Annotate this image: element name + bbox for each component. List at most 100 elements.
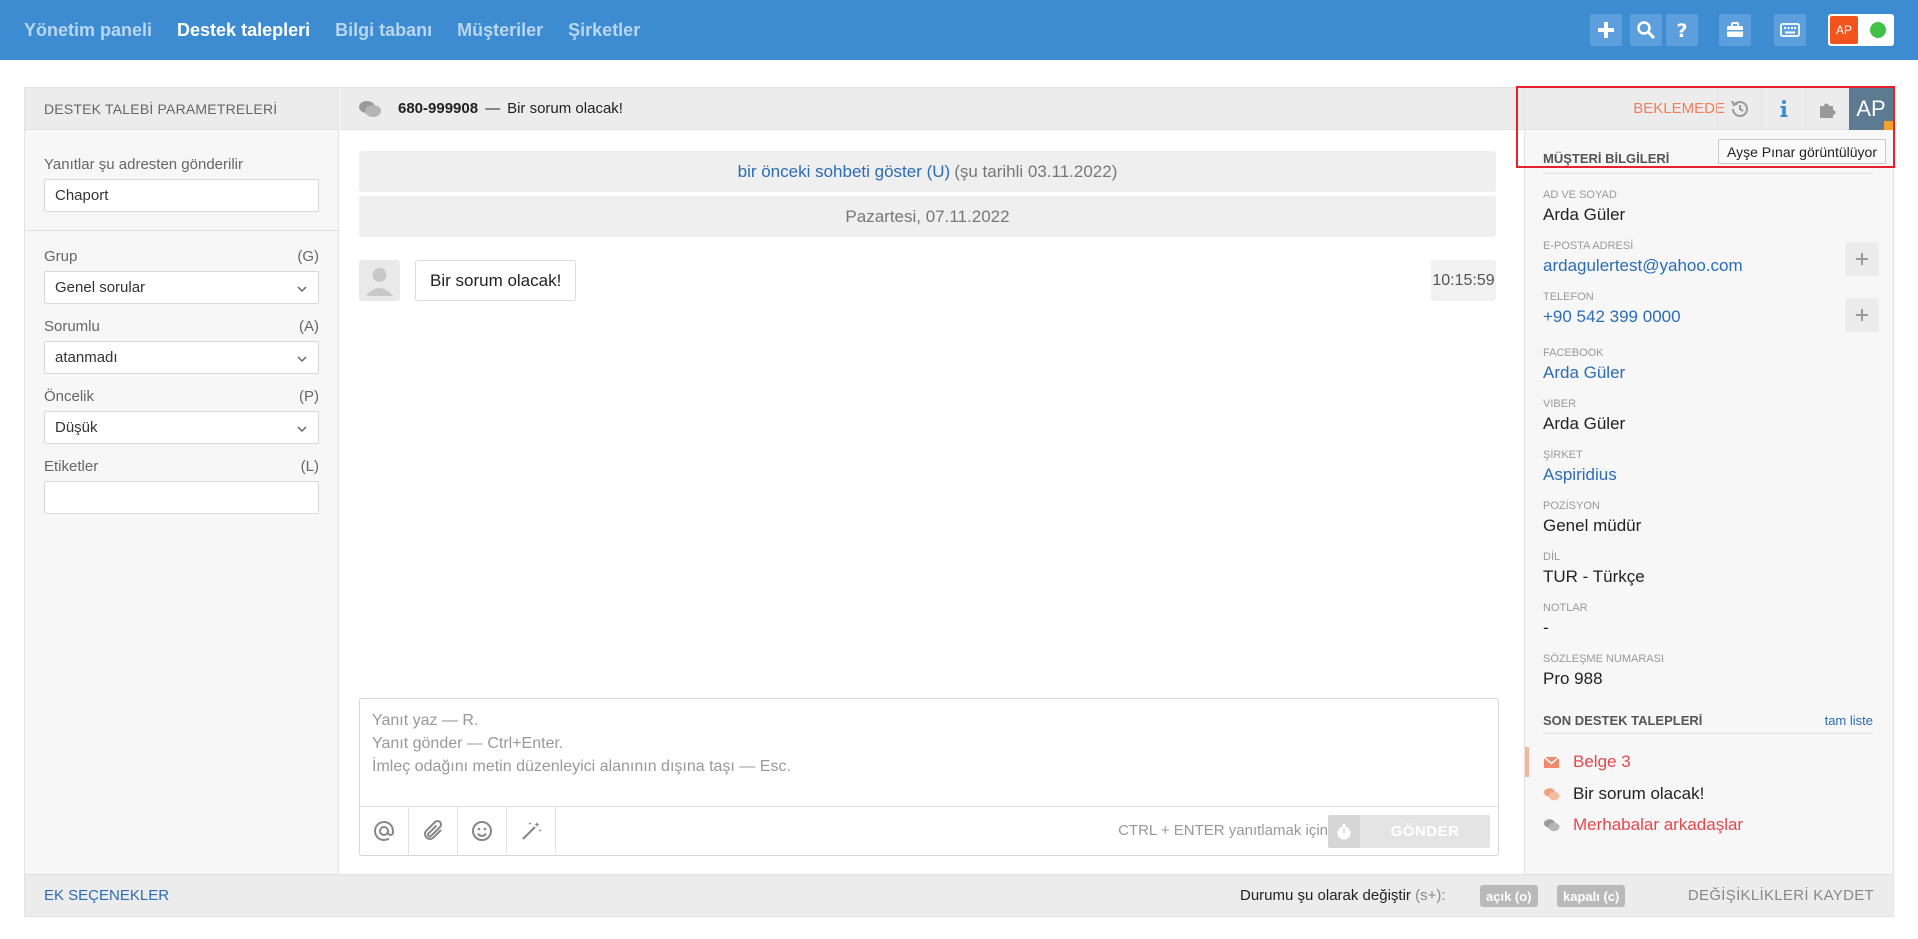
field-email: E-POSTA ADRESİ ardagulertest@yahoo.com xyxy=(1543,240,1743,275)
message-time: 10:15:59 xyxy=(1431,260,1496,301)
ticket-workspace: DESTEK TALEBİ PARAMETRELERİ Yanıtlar şu … xyxy=(24,87,1894,917)
search-button[interactable] xyxy=(1630,14,1662,46)
plus-icon xyxy=(1598,22,1614,38)
title-separator: — xyxy=(485,100,501,117)
briefcase-icon xyxy=(1727,22,1743,37)
stopwatch-icon xyxy=(1337,823,1351,839)
ticket-actions-bar: BEKLEMEDE AP Ayşe Pınar görüntülüyor xyxy=(1525,88,1893,164)
info-icon xyxy=(1780,100,1787,117)
field-facebook: FACEBOOK Arda Güler xyxy=(1543,347,1626,382)
more-options-link[interactable]: EK SEÇENEKLER xyxy=(44,887,169,904)
field-full-name: AD VE SOYAD Arda Güler xyxy=(1543,189,1626,224)
mention-button[interactable] xyxy=(360,806,409,856)
add-phone-button[interactable] xyxy=(1845,298,1879,332)
ticket-parameters-panel: DESTEK TALEBİ PARAMETRELERİ Yanıtlar şu … xyxy=(25,88,339,874)
user-status-toggle[interactable]: AP xyxy=(1828,14,1894,46)
save-changes-button[interactable]: DEĞİŞİKLİKLERİ KAYDET xyxy=(1688,887,1874,904)
field-notes: NOTLAR - xyxy=(1543,602,1588,637)
avatar-status-indicator xyxy=(1884,121,1893,130)
plus-icon xyxy=(1856,253,1868,265)
main-nav: Yönetim paneli Destek talepleri Bilgi ta… xyxy=(24,0,665,60)
puzzle-icon xyxy=(1819,103,1835,118)
date-divider: Pazartesi, 07.11.2022 xyxy=(359,196,1496,237)
scheduled-send-button[interactable] xyxy=(1328,815,1360,848)
briefcase-button[interactable] xyxy=(1719,14,1751,46)
full-list-link[interactable]: tam liste xyxy=(1825,713,1873,728)
divider xyxy=(25,230,338,231)
online-status-dot xyxy=(1870,22,1886,38)
magic-wand-button[interactable] xyxy=(507,806,556,856)
field-language: DİL TUR - Türkçe xyxy=(1543,551,1645,586)
nav-companies[interactable]: Şirketler xyxy=(568,20,640,41)
info-button[interactable] xyxy=(1761,88,1805,130)
priority-select[interactable]: Düşük xyxy=(44,411,319,444)
plugins-button[interactable] xyxy=(1805,88,1849,130)
field-position: POZİSYON Genel müdür xyxy=(1543,500,1642,535)
send-button[interactable]: GÖNDER xyxy=(1360,815,1490,848)
customer-fields: AD VE SOYAD Arda Güler E-POSTA ADRESİ arda… xyxy=(1543,189,1833,704)
agent-avatar[interactable]: AP xyxy=(1849,88,1893,130)
tags-label: Etiketler (L) xyxy=(44,458,319,475)
recent-ticket-item[interactable]: Bir sorum olacak! xyxy=(1525,779,1893,809)
attach-button[interactable] xyxy=(409,806,458,856)
chevron-down-icon xyxy=(297,426,307,433)
customer-info-panel: BEKLEMEDE AP Ayşe Pınar görüntülüyor MÜŞ… xyxy=(1524,88,1893,874)
magic-wand-icon xyxy=(522,822,542,840)
reply-textarea[interactable]: Yanıt yaz — R. Yanıt gönder — Ctrl+Enter… xyxy=(360,699,1498,807)
ticket-subject: Bir sorum olacak! xyxy=(507,100,623,117)
recent-ticket-item[interactable]: Merhabalar arkadaşlar xyxy=(1525,810,1893,840)
field-contract-number: SÖZLEŞME NUMARASI Pro 988 xyxy=(1543,653,1665,688)
status-open-button[interactable]: açık (o) xyxy=(1480,885,1538,907)
tags-input[interactable] xyxy=(44,481,319,514)
group-label: Grup (G) xyxy=(44,248,319,265)
field-company: ŞİRKET Aspiridius xyxy=(1543,449,1617,484)
owner-select[interactable]: atanmadı xyxy=(44,341,319,374)
conversation-header: 680-999908 — Bir sorum olacak! xyxy=(340,88,1524,130)
status-label[interactable]: BEKLEMEDE xyxy=(1633,100,1725,117)
history-button[interactable] xyxy=(1717,88,1761,130)
chat-bubbles-icon xyxy=(359,100,381,117)
reply-from-label: Yanıtlar şu adresten gönderilir xyxy=(44,156,243,173)
svg-text:?: ? xyxy=(1676,20,1687,40)
chevron-down-icon xyxy=(297,356,307,363)
help-icon: ? xyxy=(1676,20,1687,40)
owner-label: Sorumlu (A) xyxy=(44,318,319,335)
user-avatar: AP xyxy=(1830,16,1858,44)
send-hint: CTRL + ENTER yanıtlamak için xyxy=(1118,822,1328,839)
ticket-id: 680-999908 xyxy=(398,100,479,117)
history-icon xyxy=(1730,100,1748,117)
envelope-icon xyxy=(1543,755,1560,768)
nav-customers[interactable]: Müşteriler xyxy=(457,20,543,41)
reply-from-select[interactable]: Chaport xyxy=(44,179,319,212)
divider xyxy=(1543,733,1873,734)
priority-label: Öncelik (P) xyxy=(44,388,319,405)
composer-toolbar: CTRL + ENTER yanıtlamak için GÖNDER xyxy=(360,806,1498,856)
field-phone: TELEFON +90 542 399 0000 xyxy=(1543,291,1681,326)
show-previous-chat-link[interactable]: bir önceki sohbeti göster (U) xyxy=(738,162,951,182)
recent-ticket-item[interactable]: Belge 3 xyxy=(1525,747,1893,777)
help-button[interactable]: ? xyxy=(1666,14,1698,46)
search-icon xyxy=(1637,21,1656,40)
divider xyxy=(1543,173,1873,174)
keyboard-icon xyxy=(1780,23,1800,37)
person-icon xyxy=(366,268,393,296)
chat-bubbles-icon xyxy=(1544,787,1560,800)
nav-dashboard[interactable]: Yönetim paneli xyxy=(24,20,152,41)
chat-bubbles-icon xyxy=(1544,818,1560,831)
previous-chat-date: (şu tarihli 03.11.2022) xyxy=(954,161,1118,181)
reply-composer[interactable]: Yanıt yaz — R. Yanıt gönder — Ctrl+Enter… xyxy=(359,698,1499,856)
group-select[interactable]: Genel sorular xyxy=(44,271,319,304)
status-closed-button[interactable]: kapalı (c) xyxy=(1557,885,1626,907)
smiley-icon xyxy=(472,821,492,841)
customer-info-title: MÜŞTERİ BİLGİLERİ xyxy=(1543,151,1670,166)
paperclip-icon xyxy=(424,819,443,840)
add-email-button[interactable] xyxy=(1845,242,1879,276)
add-button[interactable] xyxy=(1590,14,1622,46)
panel-header: DESTEK TALEBİ PARAMETRELERİ xyxy=(25,88,338,130)
nav-tickets[interactable]: Destek talepleri xyxy=(177,20,310,41)
keyboard-button[interactable] xyxy=(1774,14,1806,46)
plus-icon xyxy=(1856,309,1868,321)
field-viber: VIBER Arda Güler xyxy=(1543,398,1626,433)
emoji-button[interactable] xyxy=(458,806,507,856)
nav-knowledge-base[interactable]: Bilgi tabanı xyxy=(335,20,432,41)
